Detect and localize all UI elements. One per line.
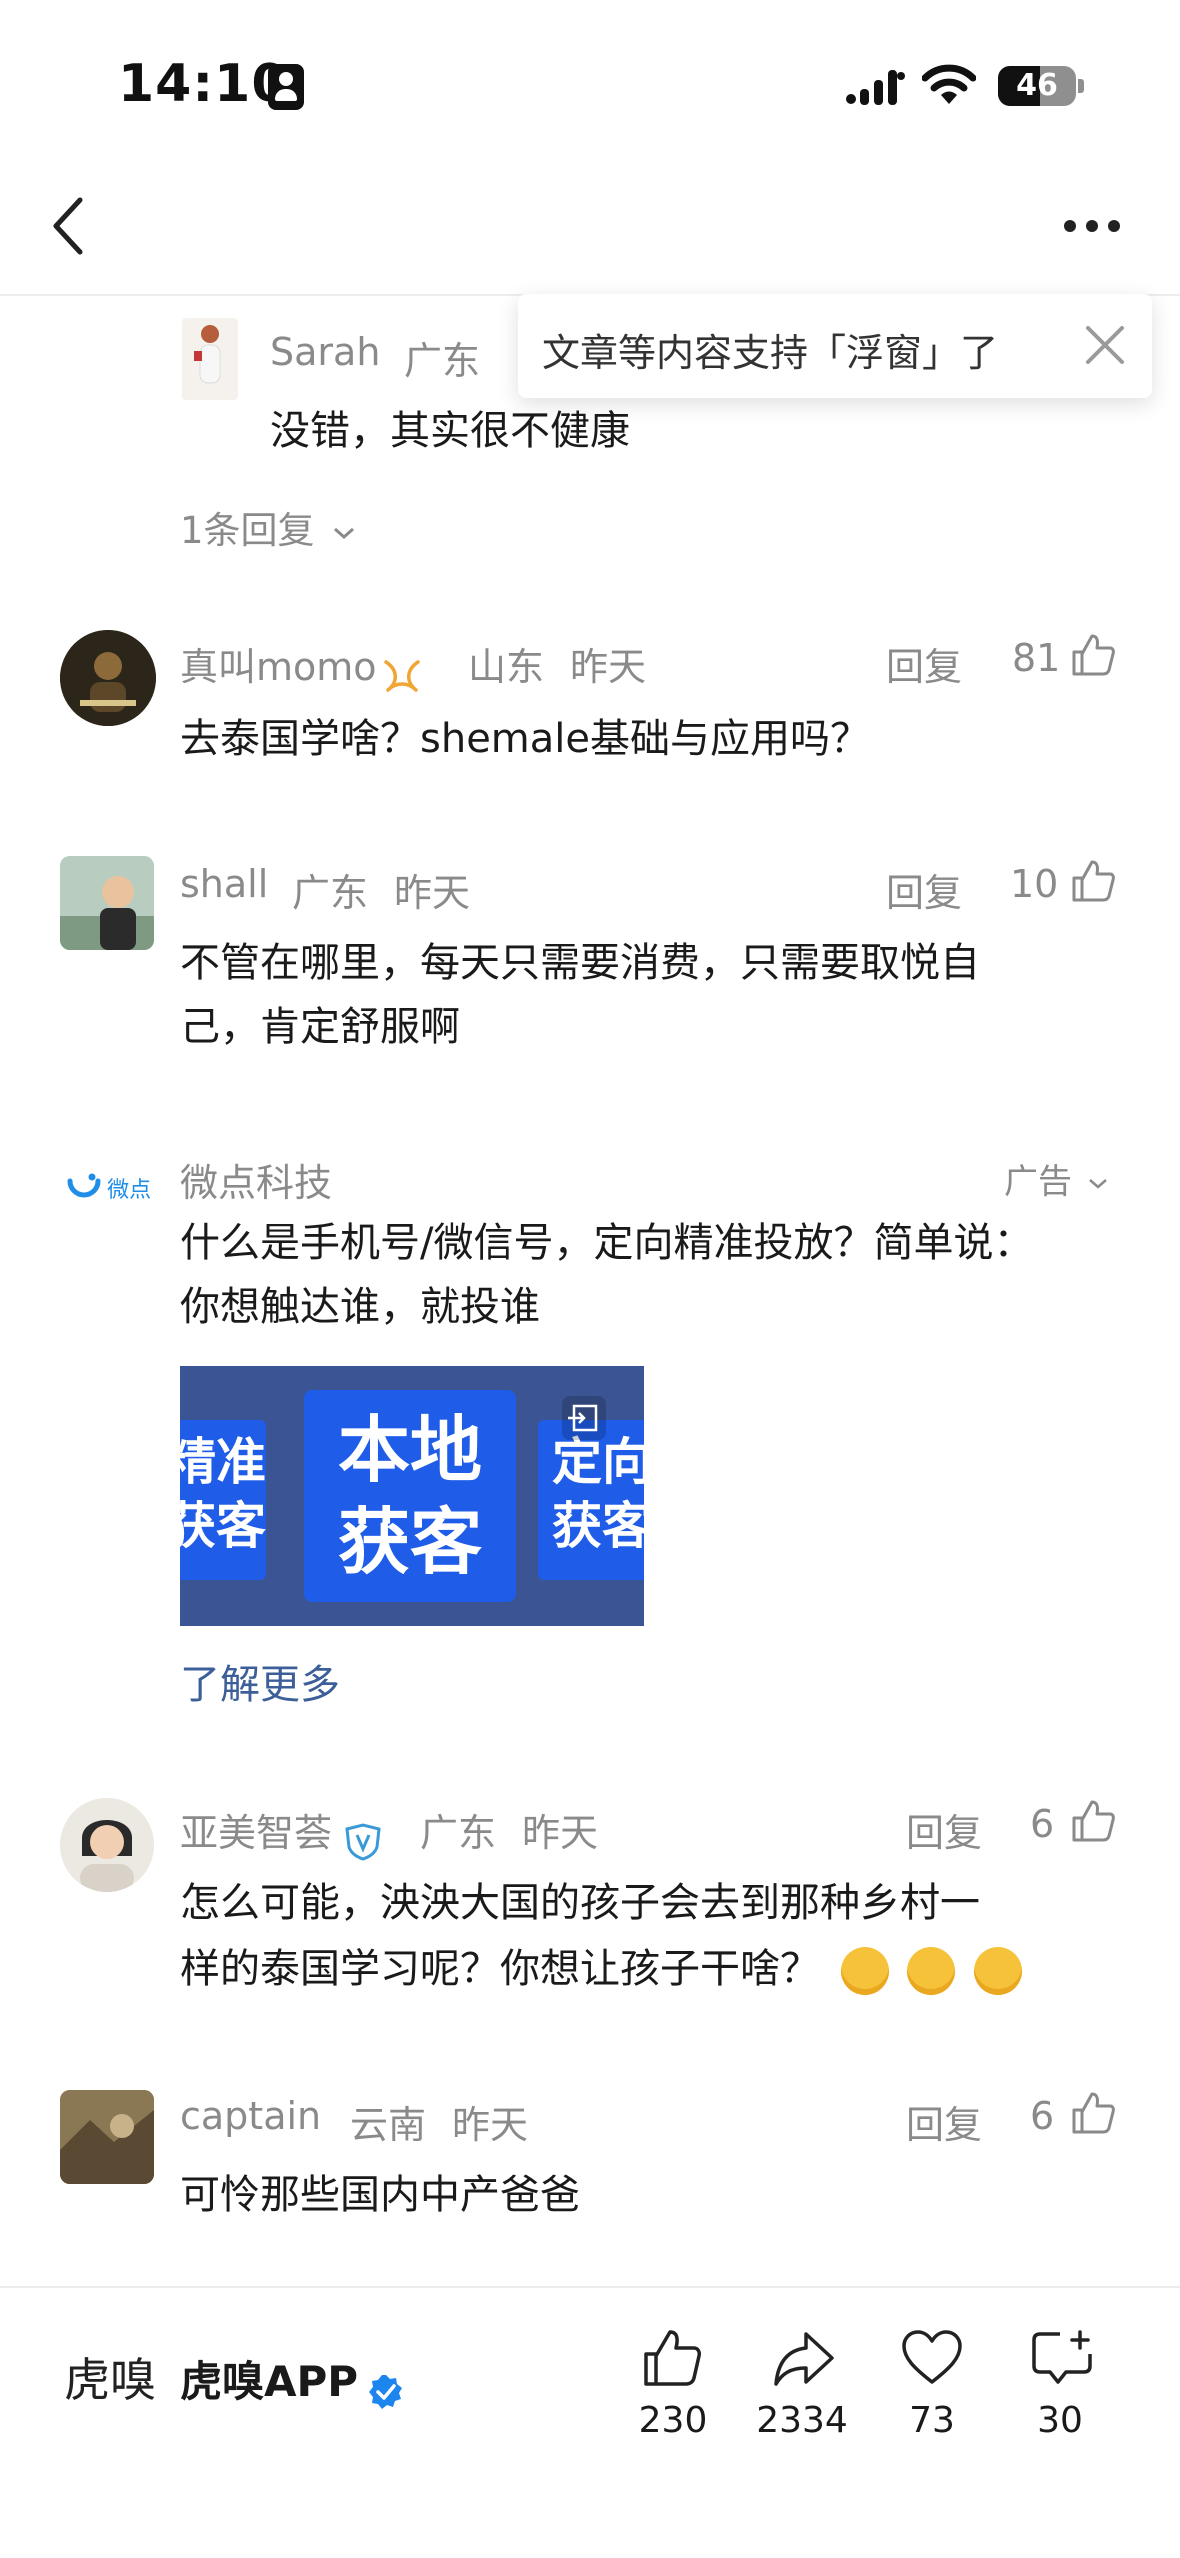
reply-button[interactable]: 回复: [886, 862, 962, 917]
laugh-cry-emoji-icon: [840, 1947, 889, 1995]
comment-username[interactable]: 真叫momo: [180, 645, 377, 689]
avatar[interactable]: [60, 630, 156, 726]
reply-button[interactable]: 回复: [886, 636, 962, 691]
sub-reply-username[interactable]: Sarah: [270, 330, 380, 374]
banner-card-right: 定向 获客: [538, 1420, 644, 1580]
battery-icon: 46: [998, 66, 1076, 106]
comment-username[interactable]: 亚美智荟: [180, 1811, 332, 1855]
sub-reply-text: 没错，其实很不健康: [270, 408, 630, 454]
comment-time: 昨天: [394, 871, 471, 915]
comment-location: 广东: [420, 1811, 497, 1855]
comment-location: 山东: [468, 645, 545, 689]
like-count: 10: [1010, 862, 1059, 906]
username-row: 真叫momo: [180, 636, 422, 694]
comment-text-segment: 样的泰国学习呢？你想让孩子干啥？: [180, 1946, 820, 1992]
ad-logo[interactable]: 微点: [66, 1172, 151, 1204]
avatar[interactable]: [182, 318, 238, 400]
share-count: 2334: [756, 2400, 848, 2441]
laugh-cry-emoji-icon: [907, 1947, 956, 1995]
ad-logo-text: 微点: [107, 1178, 152, 1203]
status-time: 14:10: [118, 54, 289, 114]
comment-icon[interactable]: [1030, 2328, 1094, 2388]
cellular-signal-icon: [846, 70, 905, 105]
like-count: 6: [1030, 1802, 1055, 1846]
like-count: 230: [638, 2400, 708, 2441]
username-row: 亚美智荟: [180, 1802, 383, 1861]
battery-cap: [1078, 79, 1084, 93]
weidian-logo-icon: [67, 1173, 101, 1198]
comment-text-line: 己，肯定舒服啊: [180, 1004, 460, 1050]
chevron-down-icon: [1088, 1178, 1107, 1189]
person-badge-icon: [268, 64, 304, 110]
advertiser-name[interactable]: 微点科技: [180, 1152, 332, 1207]
comment-text-line: 不管在哪里，每天只需要消费，只需要取悦自: [180, 940, 980, 986]
banner-left-line: 精准: [180, 1433, 266, 1491]
bottom-action-bar: 虎嗅 虎嗅APP 230 2334 73 30: [0, 2286, 1180, 2558]
comment-text: 可怜那些国内中产爸爸: [180, 2172, 580, 2218]
sub-reply-location: 广东: [404, 339, 481, 383]
like-count: 6: [1030, 2094, 1055, 2138]
toast-text: 文章等内容支持「浮窗」了: [542, 331, 999, 375]
more-options-icon[interactable]: [1062, 206, 1122, 246]
expand-replies-label: 1条回复: [180, 509, 315, 552]
share-icon[interactable]: [772, 2328, 836, 2388]
heart-icon[interactable]: [900, 2328, 964, 2388]
reply-button[interactable]: 回复: [906, 1802, 982, 1857]
thumbs-up-icon[interactable]: [1070, 1798, 1116, 1844]
learn-more-link[interactable]: 了解更多: [180, 1652, 340, 1710]
banner-right-line: 获客: [552, 1497, 644, 1555]
comment-location: 广东: [292, 871, 369, 915]
expand-replies-link[interactable]: 1条回复: [180, 500, 356, 554]
avatar[interactable]: [60, 856, 154, 950]
thumbs-up-icon[interactable]: [1070, 2090, 1116, 2136]
comment-count: 30: [1037, 2400, 1083, 2441]
favorite-count: 73: [909, 2400, 955, 2441]
ad-banner-image[interactable]: 精准 获客 本地 获客 定向 获客: [180, 1366, 644, 1626]
like-count: 81: [1012, 636, 1061, 680]
publisher-name: 虎嗅APP: [180, 2357, 359, 2406]
ad-text-line: 你想触达谁，就投谁: [180, 1284, 540, 1330]
ad-label: 广告: [1004, 1162, 1072, 1202]
publisher-logo[interactable]: 虎嗅: [64, 2344, 156, 2410]
banner-left-line: 获客: [180, 1497, 266, 1555]
vip-badge-icon: [383, 659, 420, 692]
like-icon[interactable]: [640, 2328, 704, 2388]
comment-text-line: 怎么可能，泱泱大国的孩子会去到那种乡村一: [180, 1880, 980, 1926]
comment-location: 云南: [350, 2103, 427, 2147]
wifi-icon: [922, 64, 976, 104]
publisher-name-row[interactable]: 虎嗅APP: [180, 2348, 405, 2411]
thumbs-up-icon[interactable]: [1070, 632, 1116, 678]
close-icon[interactable]: [1080, 320, 1130, 370]
comment-username[interactable]: shall: [180, 862, 268, 906]
verified-badge-icon: [369, 2374, 403, 2409]
comment-time: 昨天: [522, 1811, 599, 1855]
avatar[interactable]: [60, 1798, 154, 1892]
chevron-down-icon: [334, 527, 355, 539]
banner-center-line: 本地: [337, 1408, 482, 1492]
battery-level: 46: [1016, 68, 1058, 103]
back-arrow-icon[interactable]: [48, 196, 88, 256]
avatar[interactable]: [60, 2090, 154, 2184]
reply-button[interactable]: 回复: [906, 2094, 982, 2149]
floating-window-toast: 文章等内容支持「浮窗」了: [518, 294, 1152, 398]
banner-card-left: 精准 获客: [180, 1420, 266, 1580]
comment-username[interactable]: captain: [180, 2094, 321, 2138]
comment-time: 昨天: [452, 2103, 529, 2147]
ad-text-line: 什么是手机号/微信号，定向精准投放？简单说：: [180, 1220, 1034, 1266]
thumbs-up-icon[interactable]: [1070, 858, 1116, 904]
banner-card-center: 本地 获客: [304, 1390, 516, 1602]
comment-text-line: 样的泰国学习呢？你想让孩子干啥？: [180, 1940, 1023, 1998]
verified-shield-icon: [345, 1822, 381, 1861]
comment-time: 昨天: [570, 645, 647, 689]
comment-text: 去泰国学啥？shemale基础与应用吗？: [180, 716, 870, 762]
banner-center-line: 获客: [337, 1500, 482, 1584]
ad-label-dropdown[interactable]: 广告: [1004, 1154, 1109, 1203]
external-link-icon[interactable]: [562, 1396, 606, 1440]
laugh-cry-emoji-icon: [974, 1947, 1023, 1995]
